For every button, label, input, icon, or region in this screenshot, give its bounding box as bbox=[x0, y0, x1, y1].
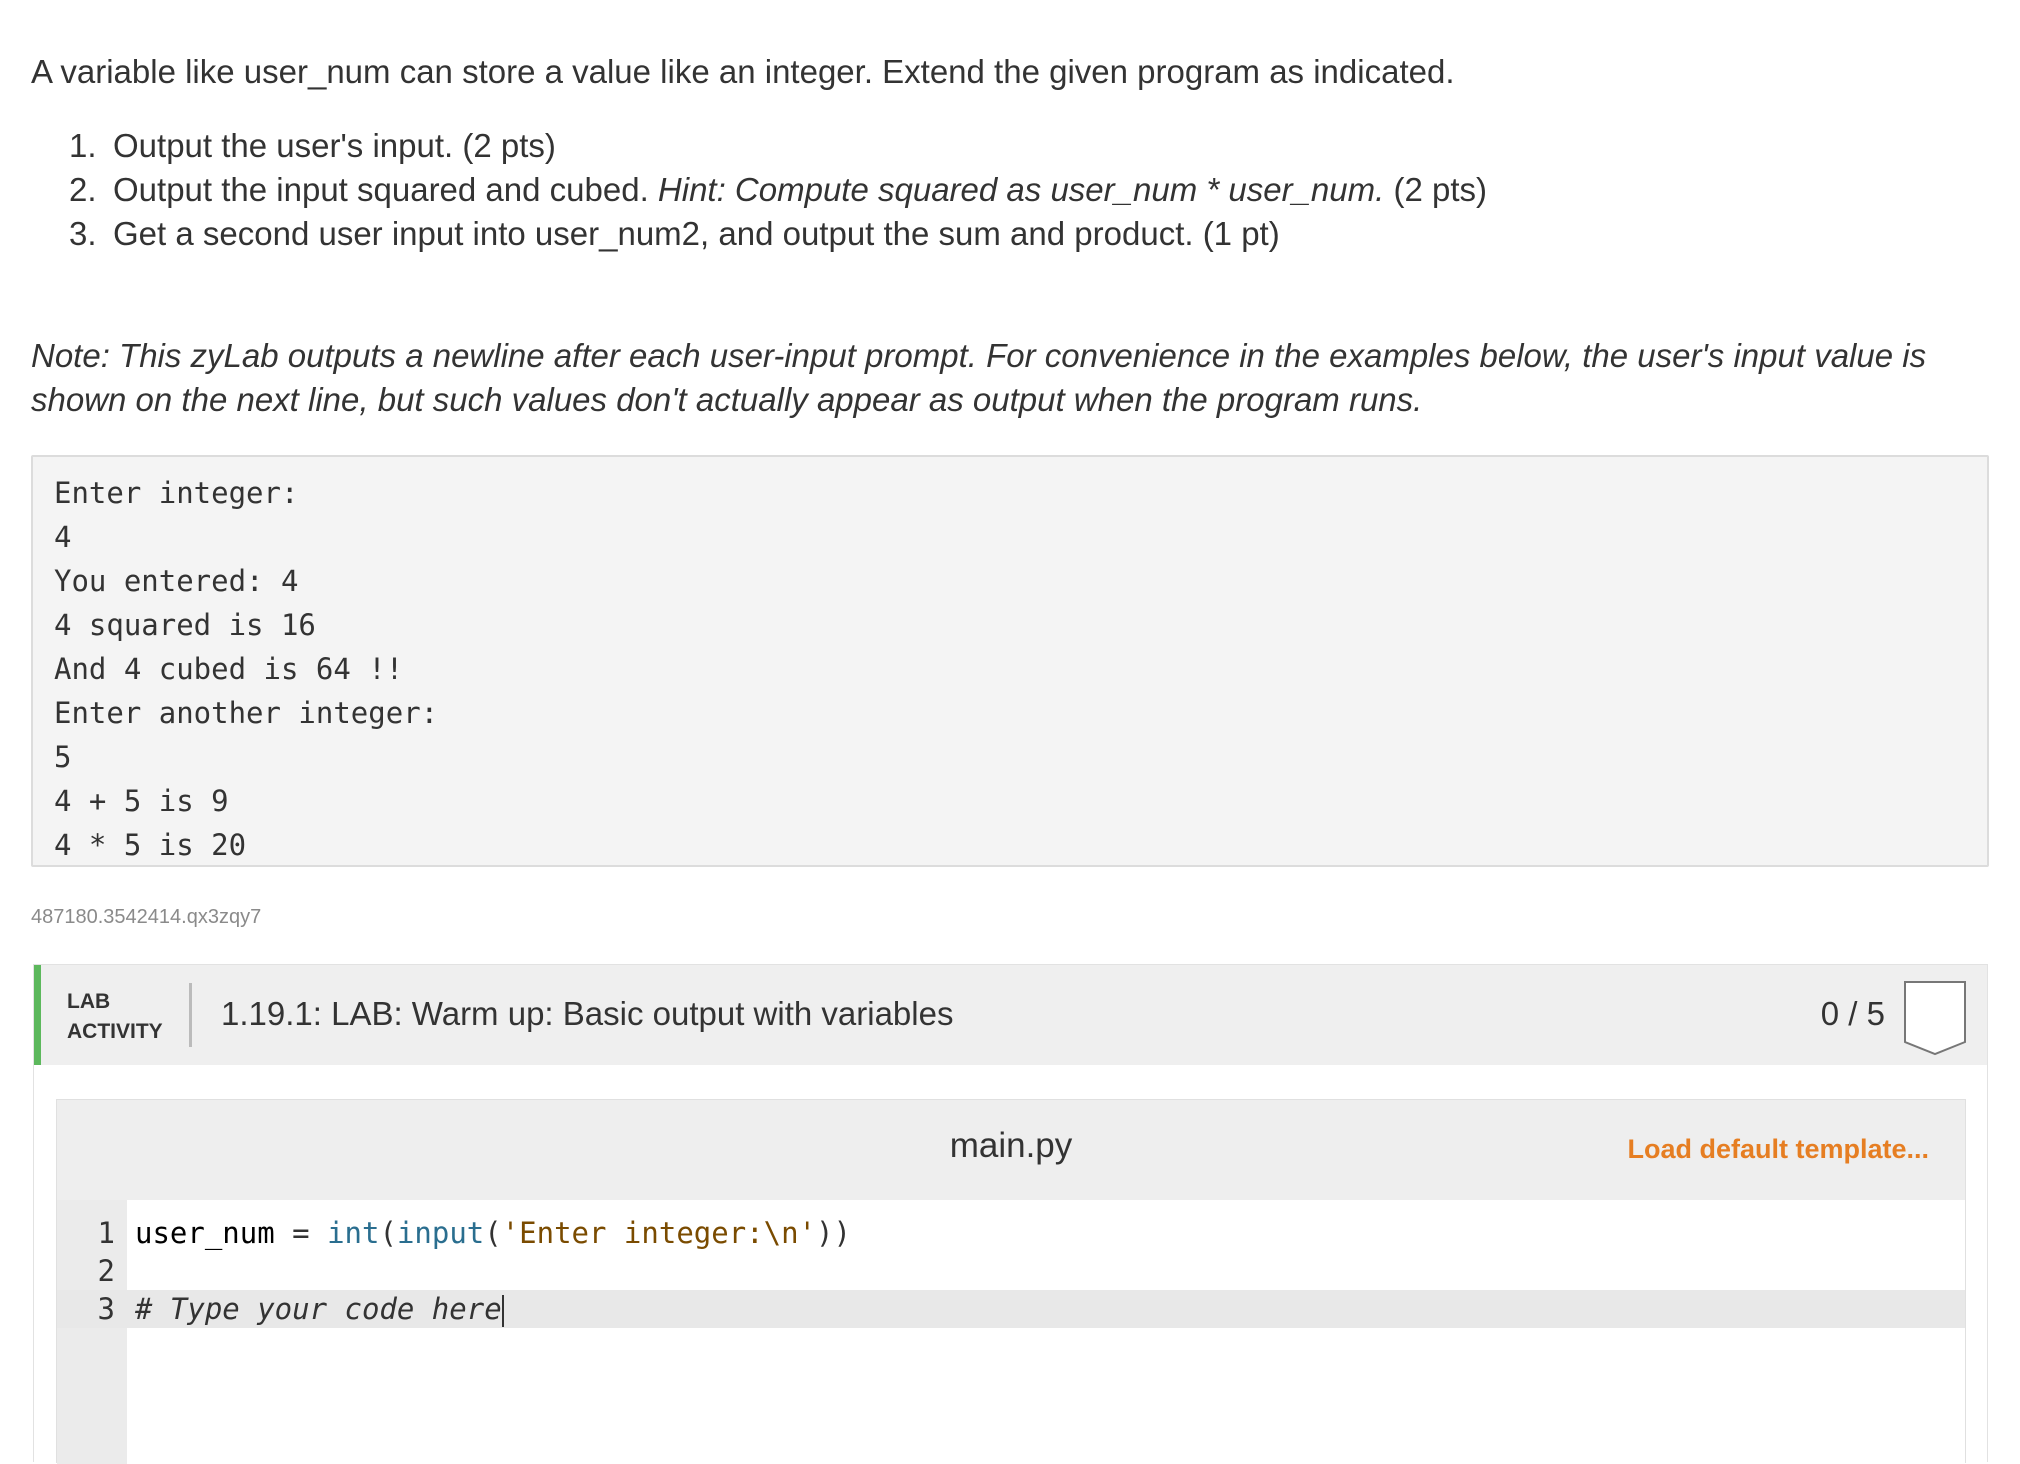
lab-identifier: 487180.3542414.qx3zqy7 bbox=[31, 906, 262, 928]
step-text: Output the input squared and cubed. Hint… bbox=[113, 168, 1487, 212]
code-token: int bbox=[327, 1216, 380, 1250]
line-number: 1 bbox=[97, 1216, 115, 1250]
code-line-active[interactable]: 3 # Type your code here bbox=[57, 1290, 1965, 1328]
example-line: 4 * 5 is 20 bbox=[54, 828, 247, 862]
list-item: 2. Output the input squared and cubed. H… bbox=[69, 168, 1487, 212]
example-line: 5 bbox=[54, 740, 72, 774]
step-number: 2. bbox=[69, 171, 97, 208]
line-number: 2 bbox=[97, 1254, 115, 1288]
lab-title: 1.19.1: LAB: Warm up: Basic output with … bbox=[221, 995, 954, 1032]
code-token: input bbox=[396, 1216, 485, 1250]
instruction-list: 1. Output the user's input. (2 pts) 2. O… bbox=[69, 124, 1487, 256]
code-token: ( bbox=[484, 1216, 502, 1250]
code-token: )) bbox=[816, 1216, 851, 1250]
example-line: 4 bbox=[54, 520, 72, 554]
code-text[interactable]: user_num = int(input('Enter integer:\n')… bbox=[135, 1214, 851, 1252]
code-area[interactable]: 1 user_num = int(input('Enter integer:\n… bbox=[57, 1200, 1965, 1464]
code-token: ( bbox=[379, 1216, 397, 1250]
example-output: Enter integer: 4 You entered: 4 4 square… bbox=[31, 455, 1989, 867]
step-text: Get a second user input into user_num2, … bbox=[113, 215, 1280, 252]
editor-toolbar: main.py Load default template... bbox=[57, 1100, 1965, 1200]
step-points: (2 pts) bbox=[1393, 171, 1487, 208]
example-line: 4 + 5 is 9 bbox=[54, 784, 229, 818]
example-line: And 4 cubed is 64 !! bbox=[54, 652, 404, 686]
load-default-template-button[interactable]: Load default template... bbox=[1627, 1134, 1929, 1165]
text-cursor bbox=[501, 1295, 504, 1327]
code-token: user_num bbox=[135, 1216, 275, 1250]
score-badge-icon bbox=[1904, 981, 1966, 1056]
step-text: Output the user's input. (2 pts) bbox=[113, 127, 556, 164]
note-text: Note: This zyLab outputs a newline after… bbox=[31, 337, 1927, 418]
lab-kind-line1: LAB bbox=[67, 990, 111, 1013]
step-hint: Hint: Compute squared as user_num * user… bbox=[657, 171, 1385, 208]
code-comment: # Type your code here bbox=[135, 1292, 502, 1326]
code-line[interactable]: 2 bbox=[57, 1252, 1965, 1290]
example-line: 4 squared is 16 bbox=[54, 608, 316, 642]
example-line: You entered: 4 bbox=[54, 564, 299, 598]
code-token: = bbox=[274, 1216, 328, 1250]
step-number: 1. bbox=[69, 127, 97, 164]
code-text[interactable]: # Type your code here bbox=[135, 1290, 504, 1328]
intro-text: A variable like user_num can store a val… bbox=[31, 53, 1455, 90]
example-line: Enter another integer: bbox=[54, 696, 439, 730]
example-line: Enter integer: bbox=[54, 476, 299, 510]
lab-kind-line2: ACTIVITY bbox=[67, 1020, 163, 1043]
step-number: 3. bbox=[69, 215, 97, 252]
lab-score: 0 / 5 bbox=[1820, 995, 1885, 1032]
code-line[interactable]: 1 user_num = int(input('Enter integer:\n… bbox=[57, 1214, 1965, 1252]
code-editor: main.py Load default template... 1 user_… bbox=[56, 1099, 1966, 1464]
lab-kind-label: LAB ACTIVITY bbox=[67, 987, 163, 1047]
lab-header: LAB ACTIVITY 1.19.1: LAB: Warm up: Basic… bbox=[34, 965, 1987, 1065]
list-item: 3. Get a second user input into user_num… bbox=[69, 212, 1487, 256]
code-token: 'Enter integer:\n' bbox=[501, 1216, 816, 1250]
list-item: 1. Output the user's input. (2 pts) bbox=[69, 124, 1487, 168]
line-number: 3 bbox=[97, 1292, 115, 1326]
step-text-main: Output the input squared and cubed. bbox=[113, 171, 649, 208]
header-divider bbox=[189, 983, 192, 1047]
lab-activity: LAB ACTIVITY 1.19.1: LAB: Warm up: Basic… bbox=[33, 964, 1988, 1464]
